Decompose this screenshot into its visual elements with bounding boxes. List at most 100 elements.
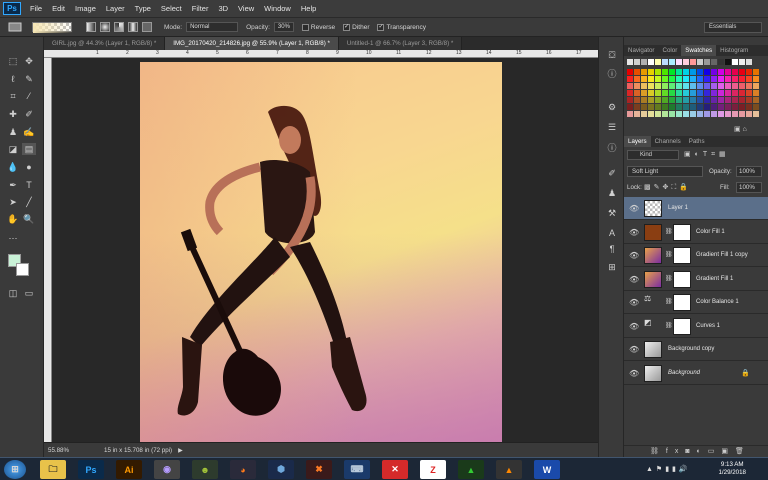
swatch[interactable] [725,90,731,96]
swatch[interactable] [725,69,731,75]
blend-mode-select[interactable]: Soft Light [627,166,703,177]
menu-filter[interactable]: Filter [187,0,214,17]
link-icon[interactable]: ⛓ [665,322,673,329]
swatch[interactable] [648,97,654,103]
swatch[interactable] [732,69,738,75]
swatch[interactable] [753,97,759,103]
adjustments-icon[interactable]: ⚙ [605,101,619,113]
lasso-tool-icon[interactable]: ℓ [6,73,20,85]
quick-select-tool-icon[interactable]: ✎ [22,73,36,85]
swatch[interactable] [669,83,675,89]
swatch[interactable] [655,69,661,75]
swatch[interactable] [725,104,731,110]
swatch[interactable] [732,104,738,110]
swatch[interactable] [746,97,752,103]
brush-presets-icon[interactable]: ✐ [605,167,619,179]
swatch[interactable] [676,97,682,103]
eye-icon[interactable]: 👁 [629,322,639,331]
swatch[interactable] [655,104,661,110]
swatch[interactable] [746,59,752,65]
taskbar-network-icon[interactable]: ⌨ [344,460,370,479]
swatch[interactable] [711,90,717,96]
blur-tool-icon[interactable]: 💧 [6,161,20,173]
swatch[interactable] [641,104,647,110]
reverse-checkbox[interactable]: Reverse [294,23,335,31]
swatch[interactable] [697,69,703,75]
eye-icon[interactable]: 👁 [629,275,639,284]
path-select-icon[interactable]: ➤ [6,196,20,208]
swatch[interactable] [683,83,689,89]
swatch[interactable] [634,90,640,96]
swatch[interactable] [718,83,724,89]
swatch[interactable] [718,104,724,110]
swatch[interactable] [753,90,759,96]
swatch[interactable] [669,104,675,110]
tab-paths[interactable]: Paths [685,136,709,147]
swatch[interactable] [690,59,696,65]
swatch[interactable] [718,90,724,96]
tray-icons[interactable]: ▲⚑▮▮🔊 [646,465,691,473]
swatch[interactable] [725,97,731,103]
swatch[interactable] [753,104,759,110]
layer-name[interactable]: Layer 1 [668,205,688,211]
gradient-tool-preset-icon[interactable] [4,19,26,35]
clone-stamp-icon[interactable]: ♟ [6,126,20,138]
taskbar-android-studio-icon[interactable]: ☻ [192,460,218,479]
tab-img-active[interactable]: IMG_20170420_214826.jpg @ 55.9% (Layer 1… [165,37,339,50]
swatch[interactable] [627,97,633,103]
swatch[interactable] [725,111,731,117]
swatch-actions-icon[interactable]: ▣ ⌂ [734,125,764,133]
layer-name[interactable]: Background [668,370,700,376]
swatch[interactable] [634,97,640,103]
link-icon[interactable]: ⛓ [665,251,673,258]
swatch[interactable] [725,83,731,89]
swatch[interactable] [732,97,738,103]
swatch[interactable] [669,111,675,117]
swatch[interactable] [746,104,752,110]
swatch[interactable] [704,76,710,82]
swatch[interactable] [690,69,696,75]
swatch[interactable] [711,104,717,110]
swatch[interactable] [669,76,675,82]
lock-icons[interactable]: ▩✎✥⛶🔒 [644,183,691,192]
swatch[interactable] [683,111,689,117]
swatch[interactable] [718,59,724,65]
gradient-picker[interactable] [32,22,73,33]
swatch[interactable] [662,83,668,89]
swatch[interactable] [711,97,717,103]
swatch[interactable] [655,59,661,65]
layer-row[interactable]: 👁 ⛓ Color Fill 1 [624,220,768,244]
layer-opacity-field[interactable]: 100% [736,166,762,177]
swatch[interactable] [697,83,703,89]
taskbar-xampp-icon[interactable]: ✖ [306,460,332,479]
filter-icons[interactable]: ▣◐T⌗▦ [684,150,764,160]
swatch[interactable] [669,69,675,75]
eye-icon[interactable]: 👁 [629,228,639,237]
eye-icon[interactable]: 👁 [629,369,639,378]
swatch[interactable] [683,69,689,75]
layer-name[interactable]: Curves 1 [696,323,720,329]
swatch[interactable] [662,97,668,103]
swatch[interactable] [704,59,710,65]
linear-gradient-icon[interactable] [86,22,96,32]
taskbar-explorer-icon[interactable]: 🗀 [40,460,66,479]
swatch[interactable] [634,59,640,65]
swatch[interactable] [634,111,640,117]
swatch[interactable] [627,83,633,89]
swatch[interactable] [655,76,661,82]
layer-mask-thumbnail[interactable] [673,294,691,311]
dither-checkbox[interactable]: ✓ Dither [335,23,369,31]
menu-view[interactable]: View [233,0,259,17]
swatch[interactable] [753,83,759,89]
zoom-tool-icon[interactable]: 🔍 [22,213,36,225]
taskbar-zotero-icon[interactable]: Z [420,460,446,479]
swatch[interactable] [676,90,682,96]
swatch[interactable] [662,111,668,117]
layer-mask-thumbnail[interactable] [673,270,691,288]
swatch[interactable] [648,59,654,65]
move-tool-icon[interactable]: ✥ [22,55,36,67]
tab-layers[interactable]: Layers [624,136,651,147]
swatch[interactable] [676,111,682,117]
swatch[interactable] [739,104,745,110]
marquee-tool-icon[interactable]: ⬚ [6,55,20,67]
